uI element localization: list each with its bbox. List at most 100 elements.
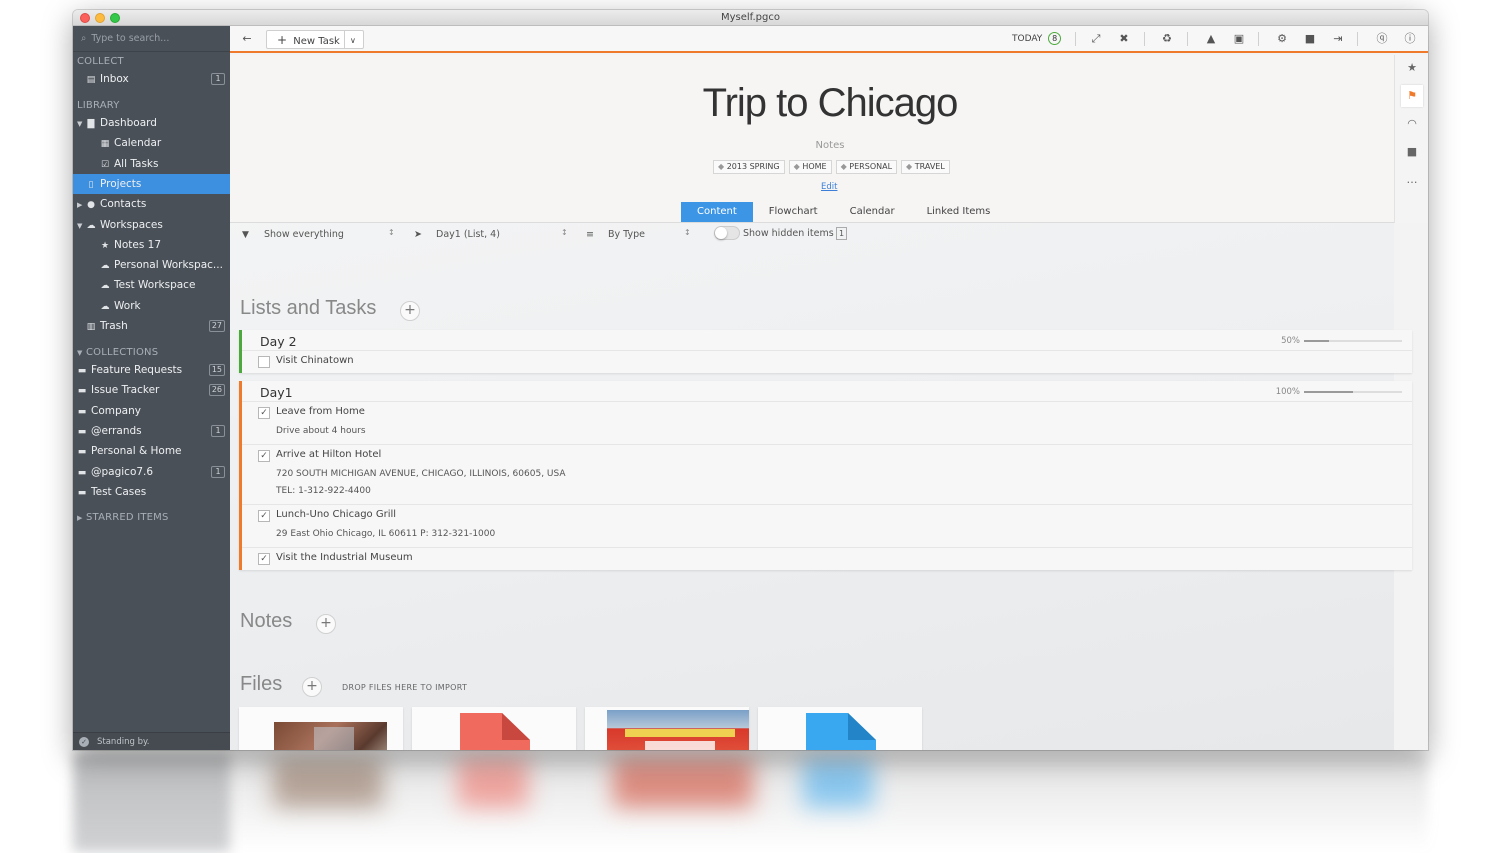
sidebar-item-dashboard[interactable]: ▼ ▇ Dashboard xyxy=(73,113,230,133)
sidebar-item-inbox[interactable]: ▤ Inbox 1 xyxy=(73,69,230,89)
sidebar-item-label: Work xyxy=(114,300,141,312)
tag-chip[interactable]: ◆ HOME xyxy=(788,160,832,174)
task-name[interactable]: Arrive at Hilton Hotel xyxy=(276,449,381,460)
task-row[interactable]: ✓ Lunch-Uno Chicago Grill 29 East Ohio Chi… xyxy=(242,504,1412,548)
sidebar-item-all-tasks[interactable]: ☑ All Tasks xyxy=(73,154,230,174)
back-arrow-icon[interactable]: ← xyxy=(239,31,255,47)
task-row[interactable]: ✓ Visit the Industrial Museum xyxy=(242,547,1412,569)
lock-icon[interactable]: ■ xyxy=(1401,141,1423,163)
tab-flowchart[interactable]: Flowchart xyxy=(753,202,834,222)
list-title[interactable]: Day1 xyxy=(260,385,293,400)
print-icon[interactable]: ▣ xyxy=(1231,31,1247,47)
tab-content[interactable]: Content xyxy=(681,202,753,222)
file-thumbnail-doc[interactable] xyxy=(758,707,922,750)
focus-select[interactable]: Day1 (List, 4) xyxy=(436,228,500,242)
bell-icon[interactable]: ▲ xyxy=(1203,31,1219,47)
tag-chip[interactable]: ◆ 2013 SPRING xyxy=(713,160,785,174)
sidebar-item-contacts[interactable]: ▶ ● Contacts xyxy=(73,194,230,214)
sidebar-item-work[interactable]: ☁ Work xyxy=(73,296,230,316)
minimize-window-button[interactable] xyxy=(95,13,105,23)
search-icon: ⌕ xyxy=(81,33,87,44)
add-note-button[interactable]: + xyxy=(316,614,336,634)
tag-chip[interactable]: ◆ PERSONAL xyxy=(835,160,898,174)
file-thumbnail-pdf[interactable] xyxy=(412,707,576,750)
triangle-down-icon[interactable]: ▼ xyxy=(77,216,85,236)
recycle-icon[interactable]: ♻ xyxy=(1159,31,1175,47)
collections-header[interactable]: ▼ COLLECTIONS xyxy=(73,347,158,358)
sidebar-item-collection[interactable]: ▬ Test Cases xyxy=(73,482,230,502)
checkbox-icon: ☑ xyxy=(100,160,110,170)
window-title: Myself.pgco xyxy=(721,12,780,23)
sidebar-item-notes17[interactable]: ★ Notes 17 xyxy=(73,235,230,255)
task-name[interactable]: Lunch-Uno Chicago Grill xyxy=(276,509,396,520)
project-notes[interactable]: Notes xyxy=(230,140,1428,151)
star-icon[interactable]: ★ xyxy=(1401,57,1423,79)
list-card[interactable]: Day1 100% ✓ Leave from Home Drive about 4 ho… xyxy=(239,381,1412,570)
more-icon[interactable]: … xyxy=(1401,169,1423,191)
task-name[interactable]: Visit Chinatown xyxy=(276,355,354,366)
sidebar-item-personal-workspace[interactable]: ☁ Personal Workspac... xyxy=(73,255,230,275)
expand-icon[interactable]: ⤢ xyxy=(1088,31,1104,47)
sidebar-item-collection[interactable]: ▬ Feature Requests 15 xyxy=(73,360,230,380)
export-icon[interactable]: ⇥ xyxy=(1330,31,1346,47)
gear-icon[interactable]: ⚙ xyxy=(1274,31,1290,47)
sidebar-item-collection[interactable]: ▬ Issue Tracker 26 xyxy=(73,380,230,400)
sidebar-item-workspaces[interactable]: ▼ ☁ Workspaces xyxy=(73,215,230,235)
task-row[interactable]: ✓ Arrive at Hilton Hotel 720 SOUTH MICHIGA… xyxy=(242,444,1412,505)
task-row[interactable]: ✓ Leave from Home Drive about 4 hours xyxy=(242,401,1412,445)
task-name[interactable]: Leave from Home xyxy=(276,406,365,417)
collapse-icon[interactable]: ✖ xyxy=(1116,31,1132,47)
search-input[interactable]: ⌕ Type to search... xyxy=(73,26,230,52)
task-checkbox[interactable] xyxy=(258,356,270,368)
sidebar-item-calendar[interactable]: ▦ Calendar xyxy=(73,133,230,153)
tag-chip[interactable]: ◆ TRAVEL xyxy=(901,160,950,174)
task-checkbox[interactable]: ✓ xyxy=(258,553,270,565)
flag-icon[interactable]: ⚑ xyxy=(1401,85,1423,107)
sort-select[interactable]: By Type xyxy=(608,228,645,242)
search-placeholder: Type to search... xyxy=(91,33,170,44)
help-icon[interactable]: ⓠ xyxy=(1374,31,1390,47)
sidebar-item-projects[interactable]: ▯ Projects xyxy=(73,174,230,194)
chevron-down-icon[interactable]: ∨ xyxy=(350,31,356,50)
sidebar-item-collection[interactable]: ▬ Company xyxy=(73,401,230,421)
page-title[interactable]: Trip to Chicago xyxy=(230,81,1428,126)
edit-tags-link[interactable]: Edit xyxy=(821,182,837,192)
sidebar-item-collection[interactable]: ▬ @errands 1 xyxy=(73,421,230,441)
add-list-button[interactable]: + xyxy=(400,301,420,321)
show-filter-select[interactable]: Show everything xyxy=(264,228,344,242)
tab-calendar[interactable]: Calendar xyxy=(834,202,911,222)
sidebar-item-trash[interactable]: ▥ Trash 27 xyxy=(73,316,230,336)
triangle-down-icon[interactable]: ▼ xyxy=(77,114,85,134)
sidebar-item-collection[interactable]: ▬ @pagico7.6 1 xyxy=(73,462,230,482)
starred-header[interactable]: ▶ STARRED ITEMS xyxy=(73,512,169,523)
today-button[interactable]: TODAY 8 xyxy=(1012,30,1062,49)
sidebar-item-label: Calendar xyxy=(114,137,162,149)
cloud-icon: ☁ xyxy=(100,261,110,271)
add-file-button[interactable]: + xyxy=(302,677,322,697)
task-name[interactable]: Visit the Industrial Museum xyxy=(276,552,413,563)
sidebar-item-label: @pagico7.6 xyxy=(91,465,154,478)
task-checkbox[interactable]: ✓ xyxy=(258,510,270,522)
new-task-button[interactable]: + New Task ∨ xyxy=(266,30,364,49)
new-task-label: New Task xyxy=(293,36,340,47)
task-checkbox[interactable]: ✓ xyxy=(258,450,270,462)
triangle-right-icon[interactable]: ▶ xyxy=(77,195,85,215)
close-window-button[interactable] xyxy=(80,13,90,23)
lock-icon[interactable]: ■ xyxy=(1302,31,1318,47)
select-arrows-icon[interactable]: ↕ xyxy=(388,228,395,237)
sidebar-item-collection[interactable]: ▬ Personal & Home xyxy=(73,441,230,461)
file-thumbnail-chinatown[interactable] xyxy=(585,707,749,750)
list-title[interactable]: Day 2 xyxy=(260,334,297,349)
show-hidden-toggle[interactable] xyxy=(714,226,740,240)
select-arrows-icon[interactable]: ↕ xyxy=(561,228,568,237)
tab-linked-items[interactable]: Linked Items xyxy=(911,202,1007,222)
wifi-icon[interactable]: ◠ xyxy=(1401,113,1423,135)
task-row[interactable]: Visit Chinatown xyxy=(242,350,1412,372)
sidebar-item-test-workspace[interactable]: ☁ Test Workspace xyxy=(73,275,230,295)
file-thumbnail-building[interactable] xyxy=(239,707,403,750)
info-icon[interactable]: ⓘ xyxy=(1402,31,1418,47)
zoom-window-button[interactable] xyxy=(110,13,120,23)
list-card[interactable]: Day 2 50% Visit Chinatown xyxy=(239,330,1412,373)
select-arrows-icon[interactable]: ↕ xyxy=(684,228,691,237)
task-checkbox[interactable]: ✓ xyxy=(258,407,270,419)
